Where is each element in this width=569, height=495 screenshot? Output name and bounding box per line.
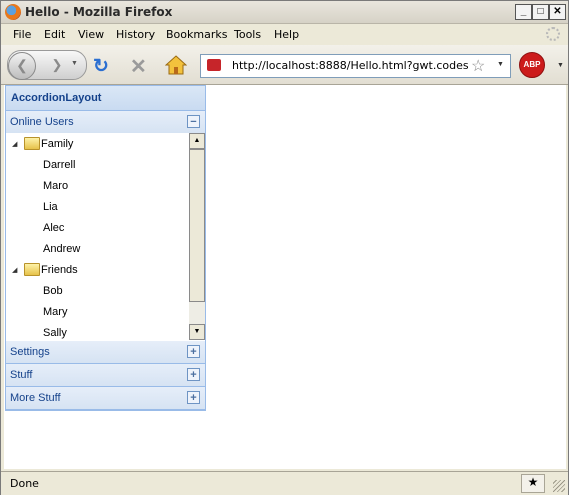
window-title: Hello - Mozilla Firefox [25, 5, 173, 19]
collapse-icon[interactable]: − [187, 115, 200, 128]
url-dropdown-icon[interactable]: ▼ [497, 61, 504, 68]
maximize-button[interactable]: □ [532, 4, 549, 20]
menu-file[interactable]: File [13, 28, 31, 41]
status-text: Done [10, 477, 39, 490]
bookmark-star-icon[interactable]: ☆ [471, 56, 485, 76]
scroll-down-icon[interactable]: ▼ [189, 324, 205, 340]
panel-header-more-stuff[interactable]: More Stuff + [6, 387, 205, 410]
status-bar: Done ★ [1, 471, 568, 495]
url-bar[interactable]: http://localhost:8888/Hello.html?gwt.cod… [200, 54, 511, 78]
scroll-up-icon[interactable]: ▲ [189, 133, 205, 149]
online-users-tree: ◢ Family Darrell Maro Lia Alec Andrew ◢ … [6, 133, 189, 340]
panel-header-stuff[interactable]: Stuff + [6, 364, 205, 387]
menu-history[interactable]: History [116, 28, 155, 41]
forward-icon[interactable]: ❯ [47, 56, 67, 74]
scroll-thumb[interactable] [189, 149, 205, 302]
menu-view[interactable]: View [78, 28, 104, 41]
site-icon [207, 59, 221, 71]
close-button[interactable]: ✕ [549, 4, 566, 20]
tree-leaf[interactable]: Bob [43, 285, 63, 297]
page-content: AccordionLayout Online Users − ◢ Family … [4, 85, 566, 469]
tree-scrollbar[interactable]: ▲ ▼ [189, 133, 205, 340]
resize-grip-icon[interactable] [553, 480, 565, 492]
adblock-dropdown-icon[interactable]: ▼ [557, 62, 564, 69]
panel-label: More Stuff [10, 392, 61, 404]
history-dropdown-icon[interactable]: ▼ [71, 60, 78, 67]
url-text[interactable]: http://localhost:8888/Hello.html?gwt.cod… [232, 59, 468, 72]
menu-help[interactable]: Help [274, 28, 299, 41]
menu-tools[interactable]: Tools [234, 28, 261, 41]
panel-label: Online Users [10, 116, 74, 128]
folder-icon [24, 263, 40, 276]
accordion-title-bar: AccordionLayout [6, 86, 205, 111]
panel-header-online-users[interactable]: Online Users − [6, 111, 205, 134]
tree-leaf[interactable]: Alec [43, 222, 64, 234]
panel-label: Stuff [10, 369, 33, 381]
reload-icon[interactable]: ↻ [93, 55, 109, 78]
panel-label: Settings [10, 346, 50, 358]
back-icon[interactable]: ❮ [8, 52, 36, 80]
browser-window: Hello - Mozilla Firefox _ □ ✕ File Edit … [0, 0, 569, 495]
accordion-layout: AccordionLayout Online Users − ◢ Family … [5, 85, 206, 411]
tree-leaf[interactable]: Darrell [43, 159, 75, 171]
panel-header-settings[interactable]: Settings + [6, 341, 205, 364]
accordion-title: AccordionLayout [11, 92, 102, 104]
addon-icon[interactable]: ★ [521, 474, 545, 493]
expand-icon[interactable]: + [187, 345, 200, 358]
firefox-icon [5, 4, 21, 20]
menu-edit[interactable]: Edit [44, 28, 65, 41]
throbber-icon [546, 27, 560, 41]
tree-leaf[interactable]: Lia [43, 201, 58, 213]
tree-leaf[interactable]: Sally [43, 327, 67, 339]
stop-icon[interactable]: ✕ [130, 54, 147, 79]
tree-leaf[interactable]: Andrew [43, 243, 80, 255]
tree-expander-icon[interactable]: ◢ [12, 140, 17, 148]
title-bar: Hello - Mozilla Firefox _ □ ✕ [1, 1, 568, 24]
tree-leaf[interactable]: Maro [43, 180, 68, 192]
menu-bookmarks[interactable]: Bookmarks [166, 28, 227, 41]
tree-node-friends[interactable]: Friends [41, 264, 78, 276]
tree-node-family[interactable]: Family [41, 138, 73, 150]
menu-bar: File Edit View History Bookmarks Tools H… [1, 24, 568, 44]
folder-icon [24, 137, 40, 150]
tree-leaf[interactable]: Mary [43, 306, 67, 318]
tree-expander-icon[interactable]: ◢ [12, 266, 17, 274]
home-icon[interactable] [165, 55, 187, 75]
navigation-toolbar: ❮ ❯ ▼ ↻ ✕ http://localhost:8888/Hello.ht… [1, 45, 568, 85]
expand-icon[interactable]: + [187, 391, 200, 404]
minimize-button[interactable]: _ [515, 4, 532, 20]
adblock-icon[interactable]: ABP [519, 52, 545, 78]
expand-icon[interactable]: + [187, 368, 200, 381]
